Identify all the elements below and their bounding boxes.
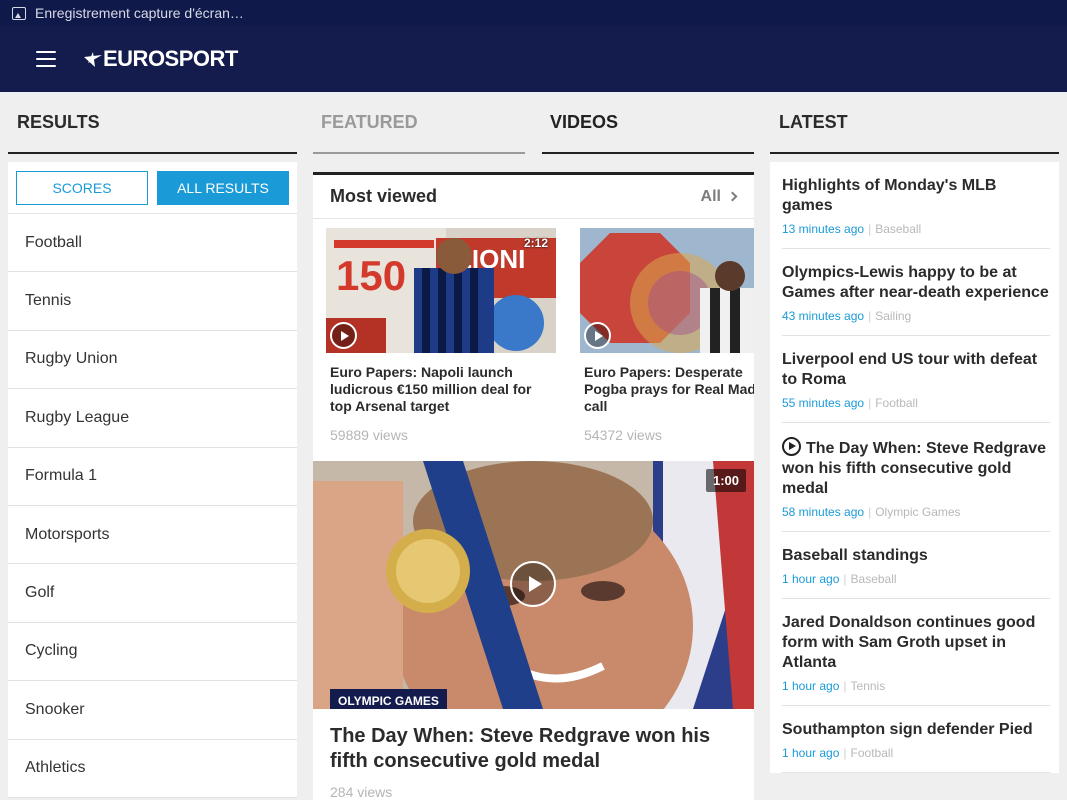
video-thumbnail[interactable] (580, 228, 754, 353)
sport-item-formula-1[interactable]: Formula 1 (8, 448, 297, 506)
sport-item-motorsports[interactable]: Motorsports (8, 506, 297, 565)
news-time: 1 hour ago (782, 746, 840, 760)
results-column: RESULTS SCORES ALL RESULTS Football Tenn… (8, 92, 297, 798)
duration-badge: 1:00 (705, 469, 746, 492)
video-caption: Euro Papers: Napoli launch ludicrous €15… (330, 364, 532, 414)
news-title: Olympics-Lewis happy to be at Games afte… (782, 264, 1049, 301)
video-thumbnail[interactable]: 150 LIONI 2:12 (326, 228, 556, 353)
most-viewed-header: Most viewed All (313, 175, 754, 219)
view-count: 54372 views (584, 427, 662, 443)
latest-column: LATEST Highlights of Monday's MLB games … (770, 92, 1059, 773)
video-caption: Euro Papers: Desperate Pogba prays for R… (584, 364, 754, 414)
news-title: Highlights of Monday's MLB games (782, 177, 997, 214)
news-category: Tennis (850, 679, 886, 693)
sport-item-rugby-league[interactable]: Rugby League (8, 389, 297, 448)
news-item[interactable]: Liverpool end US tour with defeat to Rom… (782, 336, 1050, 423)
news-category: Baseball (875, 222, 922, 236)
all-results-button[interactable]: ALL RESULTS (157, 170, 289, 205)
news-item[interactable]: Jared Donaldson continues good form with… (782, 599, 1050, 706)
featured-video-image[interactable]: 1:00 OLYMPIC GAMES (313, 461, 754, 709)
news-title: Baseball standings (782, 547, 928, 564)
featured-video-card[interactable]: 1:00 OLYMPIC GAMES The Day When: Steve R… (313, 461, 754, 800)
view-count: 59889 views (330, 427, 408, 443)
star-logo-icon (84, 52, 102, 67)
news-item[interactable]: Olympics-Lewis happy to be at Games afte… (782, 249, 1050, 336)
news-item[interactable]: The Day When: Steve Redgrave won his fif… (782, 423, 1050, 532)
sport-item-football[interactable]: Football (8, 214, 297, 273)
tab-videos[interactable]: VIDEOS (542, 92, 754, 154)
results-filter: SCORES ALL RESULTS (8, 162, 297, 214)
latest-heading: LATEST (770, 92, 1059, 154)
news-time: 58 minutes ago (782, 505, 865, 519)
news-title: Jared Donaldson continues good form with… (782, 614, 1036, 671)
most-viewed-all-link[interactable]: All (700, 187, 738, 206)
news-item[interactable]: Highlights of Monday's MLB games 13 minu… (782, 162, 1050, 249)
svg-text:150: 150 (336, 252, 406, 299)
news-category: Baseball (850, 572, 897, 586)
scores-button[interactable]: SCORES (16, 170, 148, 205)
napoli-papers-image: 150 LIONI (326, 228, 556, 353)
status-bar: Enregistrement capture d'écran… (0, 0, 1067, 26)
sport-list: Football Tennis Rugby Union Rugby League… (8, 214, 297, 798)
most-viewed-item[interactable]: Euro Papers: Desperate Pogba prays for R… (580, 228, 754, 443)
news-time: 1 hour ago (782, 679, 840, 693)
image-icon (12, 6, 26, 20)
news-time: 55 minutes ago (782, 396, 865, 410)
view-count: 284 views (330, 784, 393, 800)
video-play-icon (782, 437, 801, 456)
news-category: Football (875, 396, 918, 410)
sport-item-tennis[interactable]: Tennis (8, 272, 297, 331)
duration-badge: 2:12 (523, 236, 548, 250)
sport-item-athletics[interactable]: Athletics (8, 740, 297, 798)
status-text: Enregistrement capture d'écran… (35, 5, 244, 21)
eurosport-logo[interactable]: EUROSPORT (84, 46, 238, 72)
sport-item-snooker[interactable]: Snooker (8, 681, 297, 740)
all-label: All (700, 187, 721, 205)
featured-video-title[interactable]: The Day When: Steve Redgrave won his fif… (313, 709, 754, 774)
category-badge[interactable]: OLYMPIC GAMES (330, 689, 447, 709)
news-item[interactable]: Southampton sign defender Pied 1 hour ag… (782, 706, 1050, 773)
news-title: Southampton sign defender Pied (782, 721, 1033, 738)
news-title: The Day When: Steve Redgrave won his fif… (782, 440, 1047, 497)
tab-bar: FEATURED VIDEOS (313, 92, 754, 154)
play-icon[interactable] (510, 561, 556, 607)
logo-text: EUROSPORT (103, 46, 238, 71)
news-category: Olympic Games (875, 505, 961, 519)
news-time: 1 hour ago (782, 572, 840, 586)
most-viewed-title: Most viewed (330, 186, 438, 206)
latest-list: Highlights of Monday's MLB games 13 minu… (770, 162, 1059, 773)
news-item[interactable]: Baseball standings 1 hour ago | Baseball (782, 532, 1050, 599)
sport-item-cycling[interactable]: Cycling (8, 623, 297, 682)
sport-item-rugby-union[interactable]: Rugby Union (8, 331, 297, 390)
news-category: Sailing (875, 309, 912, 323)
news-time: 13 minutes ago (782, 222, 865, 236)
play-icon[interactable] (330, 322, 357, 349)
videos-column: FEATURED VIDEOS Most viewed All 150 LION… (313, 92, 754, 800)
hamburger-menu-icon[interactable] (36, 51, 56, 67)
most-viewed-item[interactable]: 150 LIONI 2:12 Euro Papers: Napoli launc… (326, 228, 556, 443)
chevron-right-icon (727, 191, 738, 202)
app-bar: EUROSPORT (0, 26, 1067, 92)
sport-item-golf[interactable]: Golf (8, 564, 297, 623)
news-time: 43 minutes ago (782, 309, 865, 323)
news-category: Football (850, 746, 894, 760)
tab-featured[interactable]: FEATURED (313, 92, 525, 154)
results-heading: RESULTS (8, 92, 297, 154)
news-title: Liverpool end US tour with defeat to Rom… (782, 351, 1038, 388)
play-icon[interactable] (584, 322, 611, 349)
